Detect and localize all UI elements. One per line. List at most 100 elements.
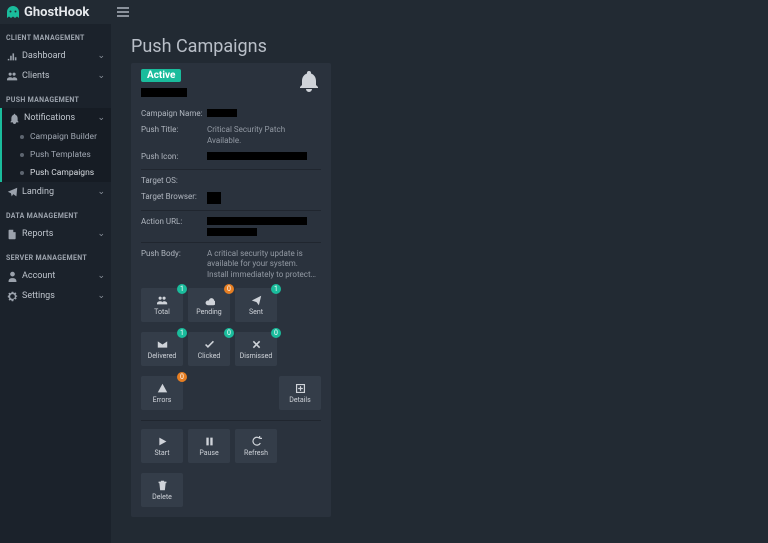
sidebar-item-reports[interactable]: Reports⌄ [0,224,111,244]
count-badge: 0 [224,328,234,338]
divider [141,169,321,170]
warn-icon [157,382,168,394]
label: Push Title: [141,125,203,135]
chevron-down-icon: ⌄ [97,229,105,239]
count-badge: 0 [177,372,187,382]
users2-icon [157,294,168,306]
field-push-title: Push Title: Critical Security Patch Avai… [141,125,321,146]
status-badge: Active [141,69,181,82]
dismissed-tile[interactable]: 0Dismissed [235,332,277,366]
sidebar-item-label: Notifications [24,113,75,123]
tile-label: Details [289,396,310,404]
sidebar-item-dashboard[interactable]: Dashboard ⌄ [0,46,111,66]
field-action-url: Action URL: [141,217,321,236]
tile-label: Start [154,449,169,457]
sidebar-item-settings[interactable]: Settings⌄ [0,286,111,306]
bell-icon [8,112,20,124]
count-badge: 0 [224,284,234,294]
label: Action URL: [141,217,203,227]
sidebar-item-push-templates[interactable]: Push Templates [2,146,111,164]
value: Critical Security Patch Available. [207,125,321,146]
sidebar-item-label: Clients [22,71,50,81]
sidebar-item-label: Campaign Builder [30,132,97,142]
chevron-down-icon: ⌄ [97,271,105,281]
label: Push Icon: [141,152,203,162]
topbar: GhostHook [0,0,768,24]
sidebar-section-header: PUSH MANAGEMENT [0,86,111,108]
tile-label: Delete [152,493,172,501]
tile-label: Refresh [244,449,268,457]
sidebar-section-header: CLIENT MANAGEMENT [0,24,111,46]
ghost-icon [6,5,20,19]
check-icon [204,338,215,350]
sidebar-item-label: Settings [22,291,55,301]
sidebar-item-clients[interactable]: Clients ⌄ [0,66,111,86]
sidebar-subgroup: Campaign Builder Push Templates Push Campa… [0,128,111,182]
tile-label: Pause [199,449,218,457]
chevron-down-icon: ⌄ [97,51,105,61]
divider [141,420,321,421]
sidebar-section-header: SERVER MANAGEMENT [0,244,111,266]
stat-tiles: 1Total0Pending1Sent1Delivered0Clicked0Di… [141,288,321,410]
sidebar-item-push-campaigns[interactable]: Push Campaigns [2,164,111,182]
chevron-down-icon: ⌄ [97,113,105,123]
redacted-value [207,192,221,204]
sidebar-item-account[interactable]: Account ⌄ [0,266,111,286]
count-badge: 0 [271,328,281,338]
field-push-icon: Push Icon: [141,152,321,162]
brand: GhostHook [0,0,111,24]
sidebar-item-label: Push Campaigns [30,168,94,178]
clicked-tile[interactable]: 0Clicked [188,332,230,366]
field-target-os: Target OS: [141,176,321,186]
tile-label: Pending [196,308,221,316]
bullet-icon [20,171,24,175]
redacted-value [207,217,307,236]
count-badge: 1 [271,284,281,294]
field-target-browser: Target Browser: [141,192,321,204]
sidebar-item-landing[interactable]: Landing ⌄ [0,182,111,202]
divider [141,242,321,243]
sent-tile[interactable]: 1Sent [235,288,277,322]
count-badge: 1 [177,284,187,294]
redacted-value [207,109,237,117]
sidebar-item-label: Push Templates [30,150,91,160]
hamburger-button[interactable] [111,0,135,24]
trash-icon [157,479,168,491]
tile-label: Dismissed [240,352,273,360]
chevron-down-icon: ⌄ [97,187,105,197]
tile-label: Clicked [198,352,221,360]
sidebar-item-label: Dashboard [22,51,66,61]
details-tile[interactable]: Details [279,376,321,410]
label: Push Body: [141,249,203,259]
bars-icon [116,5,130,19]
sidebar: CLIENT MANAGEMENT Dashboard ⌄ Clients ⌄ PUSH … [0,0,111,543]
refresh-button[interactable]: Refresh [235,429,277,463]
plus-icon [295,382,306,394]
delivered-tile[interactable]: 1Delivered [141,332,183,366]
send-icon [251,294,262,306]
sidebar-item-label: Landing [22,187,54,197]
tile-label: Total [154,308,170,316]
delete-button[interactable]: Delete [141,473,183,507]
chevron-down-icon: ⌄ [97,71,105,81]
tile-label: Sent [249,308,263,316]
campaign-card: Active Campaign Name: Push Title: Critic… [131,63,331,517]
sidebar-item-notifications[interactable]: Notifications ⌄ [0,108,111,128]
pause-button[interactable]: Pause [188,429,230,463]
user-icon [6,270,18,282]
sidebar-item-label: Account [22,271,55,281]
total-tile[interactable]: 1Total [141,288,183,322]
bullet-icon [20,135,24,139]
doc-icon [6,228,18,240]
sidebar-section-header: DATA MANAGEMENT [0,202,111,224]
value: A critical security update is available … [207,249,321,280]
redacted-value [207,152,307,160]
pending-tile[interactable]: 0Pending [188,288,230,322]
page-title: Push Campaigns [131,36,748,57]
start-button[interactable]: Start [141,429,183,463]
errors-tile[interactable]: 0Errors [141,376,183,410]
play-icon [157,435,168,447]
sidebar-item-campaign-builder[interactable]: Campaign Builder [2,128,111,146]
tile-label: Errors [153,396,172,404]
label: Target Browser: [141,192,203,202]
